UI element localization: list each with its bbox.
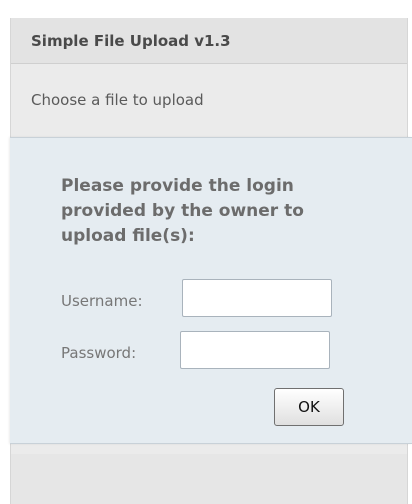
upload-instruction: Choose a file to upload [31, 91, 204, 109]
login-prompt: Please provide the login provided by the… [61, 176, 304, 246]
username-input[interactable] [182, 279, 332, 317]
username-label: Username: [61, 292, 143, 310]
ok-button[interactable]: OK [274, 388, 344, 426]
title-bar: Simple File Upload v1.3 [11, 18, 407, 64]
footer-bar [11, 454, 407, 504]
login-dialog: Please provide the login provided by the… [10, 137, 412, 444]
app-title: Simple File Upload v1.3 [31, 32, 231, 50]
password-label: Password: [61, 344, 137, 362]
password-input[interactable] [180, 331, 330, 369]
